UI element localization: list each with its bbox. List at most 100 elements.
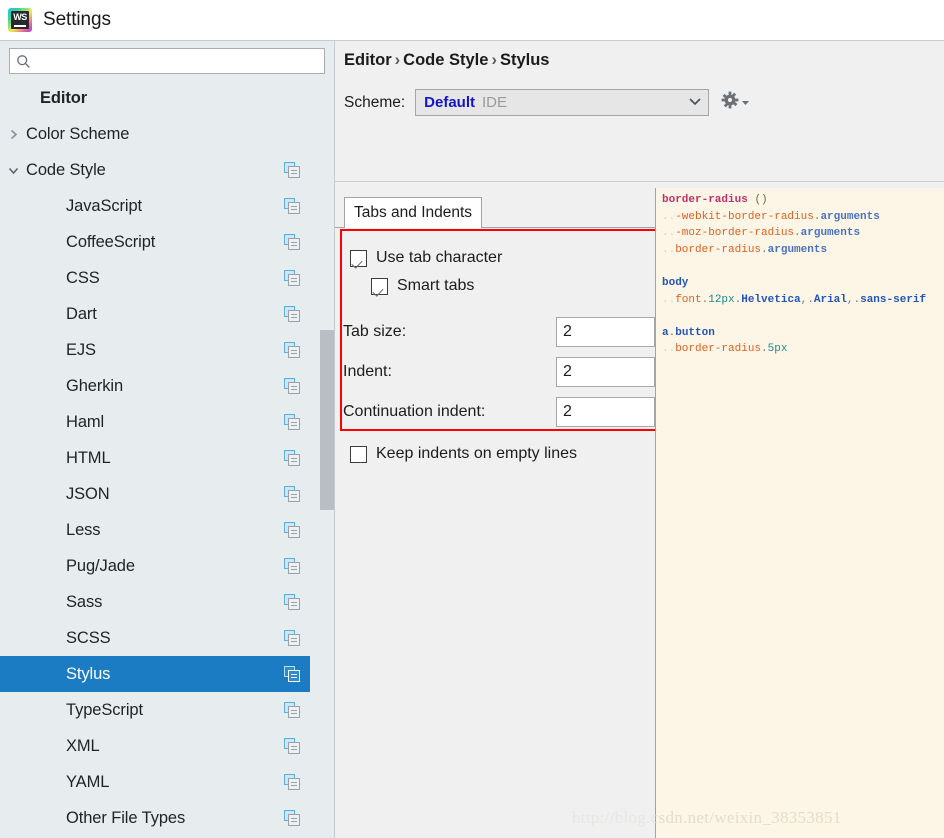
scheme-dropdown[interactable]: Default IDE [415,89,710,116]
sidebar-item-html[interactable]: HTML [0,440,310,476]
sidebar-item-json[interactable]: JSON [0,476,310,512]
code-line: a.button [662,325,944,342]
copy-slot-empty [284,90,304,106]
continuation-indent-input[interactable] [556,397,655,427]
sidebar-item-xml[interactable]: XML [0,728,310,764]
sidebar-item-pug-jade[interactable]: Pug/Jade [0,548,310,584]
sidebar-scrollbar-track[interactable] [320,80,334,838]
sidebar-item-yaml[interactable]: YAML [0,764,310,800]
code-token: . [761,343,768,356]
indent-input[interactable] [556,357,655,387]
keep-indents-checkbox[interactable] [350,445,367,463]
code-token: .. [662,227,676,240]
copy-scheme-icon[interactable] [284,666,304,682]
chevron-down-icon[interactable] [0,165,26,176]
copy-scheme-icon[interactable] [284,198,304,214]
sidebar-item-label: Stylus [66,664,111,683]
code-line: body [662,275,944,292]
sidebar-item-label: TypeScript [66,700,143,719]
code-token: Helvetica [741,293,801,306]
settings-sidebar: Editor Color Scheme Code Style JavaScript Co… [0,40,334,838]
sidebar-item-editor[interactable]: Editor [0,80,310,116]
sidebar-item-less[interactable]: Less [0,512,310,548]
sidebar-item-scss[interactable]: SCSS [0,620,310,656]
sidebar-item-stylus[interactable]: Stylus [0,656,310,692]
webstorm-logo-bar [14,24,26,27]
sidebar-item-dart[interactable]: Dart [0,296,310,332]
copy-scheme-icon[interactable] [284,774,304,790]
breadcrumb-separator: › [394,51,401,69]
code-token: -webkit-border-radius [675,210,814,223]
sidebar-item-label: Gherkin [66,376,124,395]
window-title: Settings [43,9,111,30]
sidebar-item-label: Less [66,520,101,539]
indent-label: Indent: [343,363,392,380]
sidebar-item-label: JSON [66,484,110,503]
chevron-right-icon[interactable] [0,129,26,140]
scheme-row: Scheme: Default IDE [344,89,750,116]
copy-scheme-icon[interactable] [284,450,304,466]
code-token: . [794,227,801,240]
copy-scheme-icon[interactable] [284,522,304,538]
search-box[interactable] [9,48,325,74]
copy-scheme-icon[interactable] [284,270,304,286]
copy-scheme-icon[interactable] [284,378,304,394]
keep-indents-row[interactable]: Keep indents on empty lines [350,439,577,469]
code-token: arguments [767,243,828,256]
copy-scheme-icon[interactable] [284,558,304,574]
settings-tree[interactable]: Editor Color Scheme Code Style JavaScript Co… [0,80,334,838]
sidebar-item-javascript[interactable]: JavaScript [0,188,310,224]
copy-scheme-icon[interactable] [284,414,304,430]
copy-scheme-icon[interactable] [284,162,304,178]
code-token: border-radius [675,243,762,256]
copy-scheme-icon[interactable] [284,810,304,826]
sidebar-item-label: Haml [66,412,105,431]
code-line: ..-webkit-border-radius.arguments [662,209,944,226]
code-token: -moz-border-radius [675,227,795,240]
sidebar-item-code-style[interactable]: Code Style [0,152,310,188]
breadcrumb-part: Editor [344,51,392,69]
tab-label: Tabs and Indents [354,204,473,221]
tab-tabs-and-indents[interactable]: Tabs and Indents [344,197,483,228]
sidebar-item-label: XML [66,736,100,755]
sidebar-item-label: Other File Types [66,808,186,827]
sidebar-item-haml[interactable]: Haml [0,404,310,440]
sidebar-item-gherkin[interactable]: Gherkin [0,368,310,404]
header-divider [335,181,944,182]
sidebar-item-label: Pug/Jade [66,556,135,575]
code-token: border-radius [662,194,748,206]
sidebar-item-typescript[interactable]: TypeScript [0,692,310,728]
search-input[interactable] [31,50,324,72]
settings-window: WS Settings Editor Color Scheme Code Style… [0,0,944,838]
tab-size-label: Tab size: [343,323,407,340]
breadcrumb-separator: › [491,51,497,69]
tab-size-input[interactable] [556,317,655,347]
scheme-name: Default [424,94,476,111]
copy-scheme-icon[interactable] [284,738,304,754]
sidebar-item-color-scheme[interactable]: Color Scheme [0,116,310,152]
sidebar-item-coffeescript[interactable]: CoffeeScript [0,224,310,260]
sidebar-item-sass[interactable]: Sass [0,584,310,620]
smart-tabs-row[interactable]: Smart tabs [371,271,474,301]
copy-scheme-icon[interactable] [284,486,304,502]
use-tab-character-row[interactable]: Use tab character [350,243,502,273]
sidebar-item-label: Sass [66,592,103,611]
code-preview-panel: border-radius () ..-webkit-border-radius.… [655,188,944,838]
copy-scheme-icon[interactable] [284,234,304,250]
sidebar-item-ejs[interactable]: EJS [0,332,310,368]
copy-scheme-icon[interactable] [284,306,304,322]
copy-scheme-icon[interactable] [284,630,304,646]
sidebar-scrollbar-thumb[interactable] [320,330,334,510]
copy-scheme-icon[interactable] [284,702,304,718]
sidebar-item-css[interactable]: CSS [0,260,310,296]
sidebar-item-label: YAML [66,772,110,791]
copy-scheme-icon[interactable] [284,342,304,358]
gear-icon [721,91,739,114]
scheme-settings-button[interactable] [721,91,750,114]
sidebar-item-other-file-types[interactable]: Other File Types [0,800,310,836]
use-tab-character-checkbox[interactable] [350,249,367,267]
sidebar-item-label: CSS [66,268,100,287]
smart-tabs-checkbox[interactable] [371,277,388,295]
copy-scheme-icon[interactable] [284,594,304,610]
